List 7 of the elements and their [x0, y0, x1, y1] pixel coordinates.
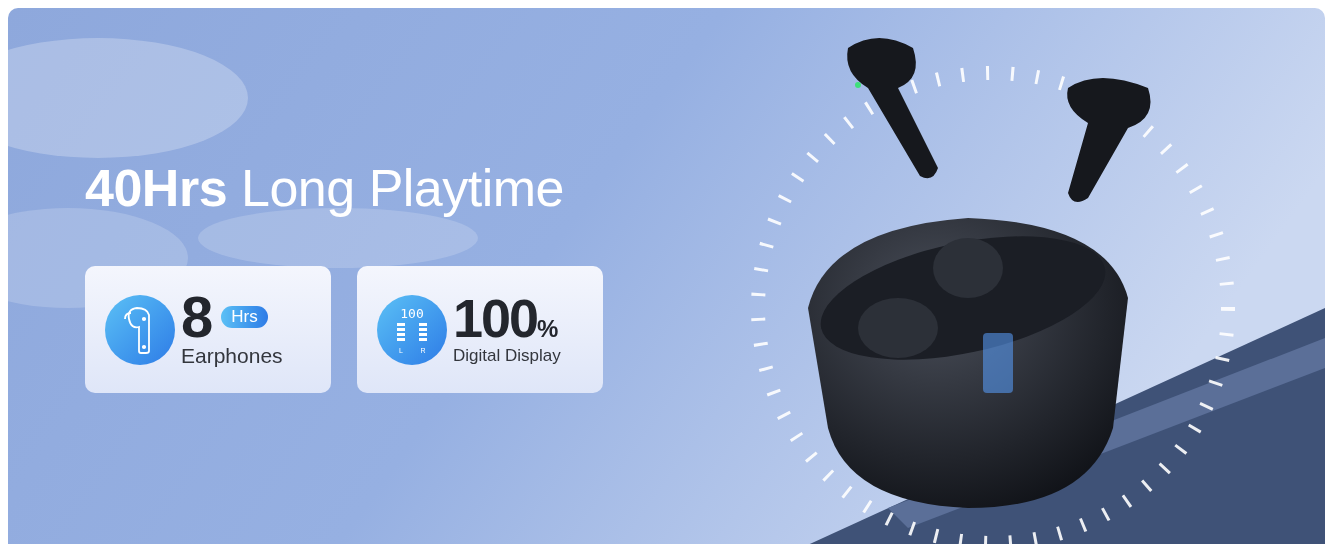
percent-sign: %: [537, 314, 559, 344]
value-text: 8: [181, 290, 214, 343]
caption-text: Earphones: [181, 342, 283, 369]
headline: 40Hrs Long Playtime: [85, 158, 566, 218]
value-text: 100: [453, 291, 538, 344]
hrs-badge: Hrs: [221, 305, 268, 328]
caption-text: Digital Display: [453, 344, 561, 367]
